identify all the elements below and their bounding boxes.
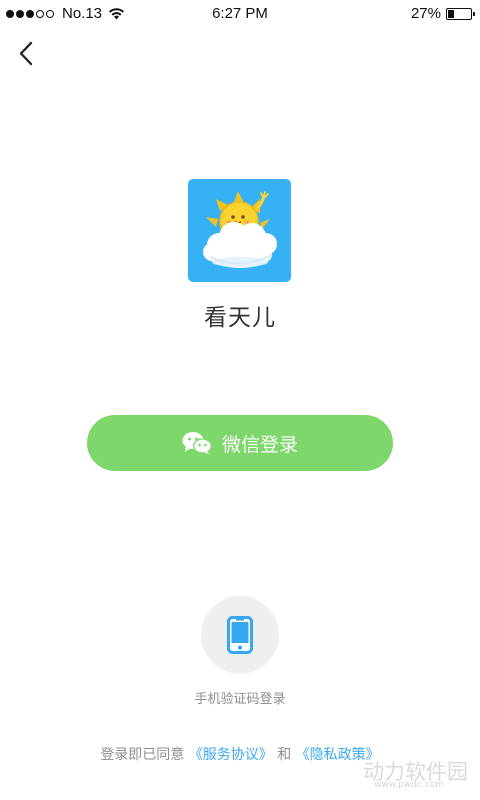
wechat-login-button[interactable]: 微信登录 bbox=[87, 415, 393, 471]
sun-on-cloud-logo bbox=[203, 191, 277, 268]
phone-login-label[interactable]: 手机验证码登录 bbox=[0, 688, 480, 707]
wechat-icon bbox=[182, 431, 212, 455]
app-name: 看天儿 bbox=[204, 305, 276, 331]
watermark-url: www.pwdc.com bbox=[374, 780, 444, 790]
agreement-prefix: 登录即已同意 bbox=[100, 747, 185, 763]
phone-login-button[interactable] bbox=[201, 596, 279, 674]
mobile-phone-icon bbox=[227, 616, 253, 654]
wechat-login-label: 微信登录 bbox=[221, 433, 298, 456]
battery-percent: 27% bbox=[410, 5, 441, 22]
status-bar: No.13 6:27 PM 27% bbox=[0, 0, 480, 28]
back-button[interactable] bbox=[14, 38, 42, 70]
status-right: 27% bbox=[410, 5, 475, 22]
clock: 6:27 PM bbox=[212, 5, 268, 22]
battery-icon bbox=[446, 7, 475, 20]
service-agreement-link[interactable]: 《服务协议》 bbox=[189, 747, 273, 763]
app-logo bbox=[188, 179, 291, 282]
agreement-conjunction: 和 bbox=[277, 747, 292, 763]
chevron-left-icon bbox=[19, 41, 33, 66]
watermark: 动力软件园 www.pwdc.com bbox=[363, 756, 468, 790]
